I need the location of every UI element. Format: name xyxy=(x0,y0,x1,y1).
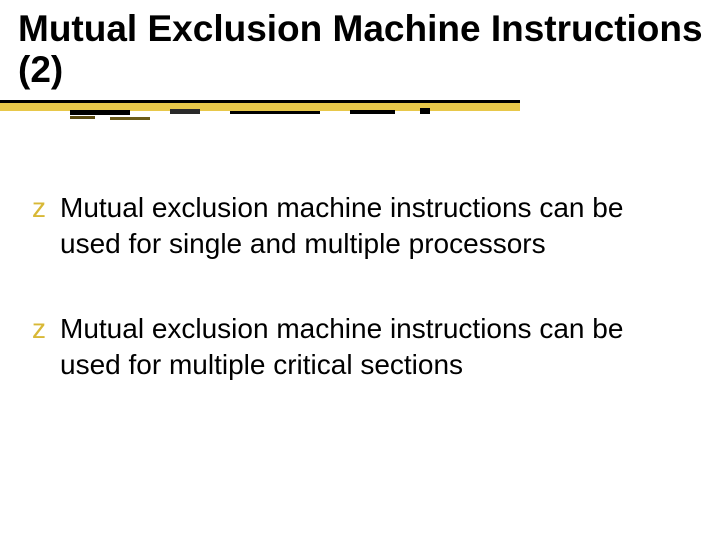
slide: Mutual Exclusion Machine Instructions (2… xyxy=(0,0,720,540)
slide-title: Mutual Exclusion Machine Instructions (2… xyxy=(0,0,720,91)
bullet-marker-icon: z xyxy=(32,190,46,226)
bullet-list: z Mutual exclusion machine instructions … xyxy=(32,190,688,432)
list-item: z Mutual exclusion machine instructions … xyxy=(32,190,688,263)
title-underline-decoration xyxy=(0,100,520,126)
list-item: z Mutual exclusion machine instructions … xyxy=(32,311,688,384)
bullet-text: Mutual exclusion machine instructions ca… xyxy=(60,311,688,384)
bullet-text: Mutual exclusion machine instructions ca… xyxy=(60,190,688,263)
bullet-marker-icon: z xyxy=(32,311,46,347)
